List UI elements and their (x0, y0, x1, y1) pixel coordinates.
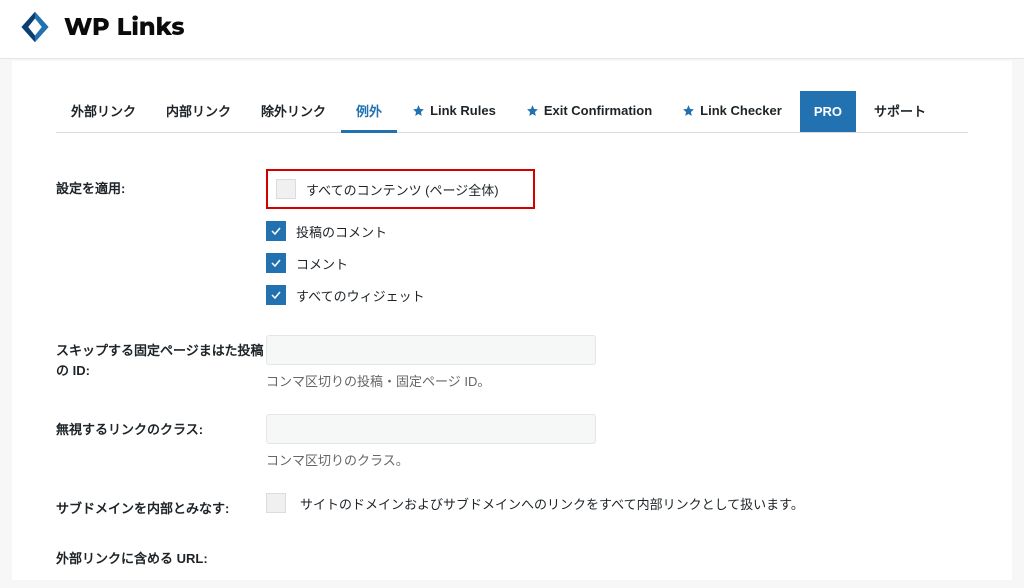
row-include-url: 外部リンクに含める URL: (56, 531, 968, 581)
tab-excluded-links[interactable]: 除外リンク (246, 91, 341, 132)
tab-link-checker[interactable]: Link Checker (667, 91, 797, 132)
checkbox-checked-icon (266, 221, 286, 241)
checkbox-label: すべてのコンテンツ (ページ全体) (306, 180, 499, 199)
settings-panel: 外部リンク 内部リンク 除外リンク 例外 Link Rules Exit Con… (12, 61, 1012, 580)
checkbox-label: 投稿のコメント (296, 222, 387, 241)
tab-external-links[interactable]: 外部リンク (56, 91, 151, 132)
row-skip-ids: スキップする固定ページまはた投稿の ID: コンマ区切りの投稿・固定ページ ID… (56, 323, 968, 402)
brand-name: WP Links (64, 13, 185, 42)
subdomain-internal-helper: サイトのドメインおよびサブドメインへのリンクをすべて内部リンクとして扱います。 (300, 494, 804, 513)
tab-exit-confirmation[interactable]: Exit Confirmation (511, 91, 667, 132)
ignore-class-helper: コンマ区切りのクラス。 (266, 450, 968, 469)
skip-ids-input[interactable] (266, 335, 596, 365)
skip-ids-helper: コンマ区切りの投稿・固定ページ ID。 (266, 371, 968, 390)
checkbox-all-widgets[interactable]: すべてのウィジェット (266, 279, 968, 311)
tab-link-rules[interactable]: Link Rules (397, 91, 511, 132)
topbar: WP Links (0, 0, 1024, 59)
tab-support[interactable]: サポート (859, 91, 941, 132)
highlight-all-content: すべてのコンテンツ (ページ全体) (266, 169, 535, 209)
checkbox-all-content[interactable]: すべてのコンテンツ (ページ全体) (276, 179, 499, 199)
star-icon (412, 104, 425, 117)
wp-links-logo-icon (18, 10, 52, 44)
star-icon (682, 104, 695, 117)
subdomain-internal-label: サブドメインを内部とみなす: (56, 493, 266, 519)
tab-exceptions[interactable]: 例外 (341, 91, 397, 132)
checkbox-label: コメント (296, 254, 348, 273)
star-icon (526, 104, 539, 117)
checkbox-subdomain-internal[interactable] (266, 493, 286, 513)
tabs: 外部リンク 内部リンク 除外リンク 例外 Link Rules Exit Con… (56, 91, 968, 133)
tab-internal-links[interactable]: 内部リンク (151, 91, 246, 132)
skip-ids-label: スキップする固定ページまはた投稿の ID: (56, 335, 266, 380)
checkbox-checked-icon (266, 253, 286, 273)
ignore-class-input[interactable] (266, 414, 596, 444)
tab-pro[interactable]: PRO (800, 91, 856, 132)
apply-settings-label: 設定を適用: (56, 173, 266, 199)
logo: WP Links (18, 10, 185, 44)
row-ignore-class: 無視するリンクのクラス: コンマ区切りのクラス。 (56, 402, 968, 481)
row-apply-settings: 設定を適用: すべてのコンテンツ (ページ全体) 投稿のコメント (56, 161, 968, 323)
ignore-class-label: 無視するリンクのクラス: (56, 414, 266, 440)
checkbox-unchecked-icon (276, 179, 296, 199)
checkbox-label: すべてのウィジェット (296, 286, 425, 305)
checkbox-post-comments[interactable]: 投稿のコメント (266, 215, 968, 247)
row-subdomain-internal: サブドメインを内部とみなす: サイトのドメインおよびサブドメインへのリンクをすべ… (56, 481, 968, 531)
include-url-label: 外部リンクに含める URL: (56, 543, 266, 569)
checkbox-checked-icon (266, 285, 286, 305)
checkbox-comments[interactable]: コメント (266, 247, 968, 279)
form-area: 設定を適用: すべてのコンテンツ (ページ全体) 投稿のコメント (56, 133, 968, 580)
